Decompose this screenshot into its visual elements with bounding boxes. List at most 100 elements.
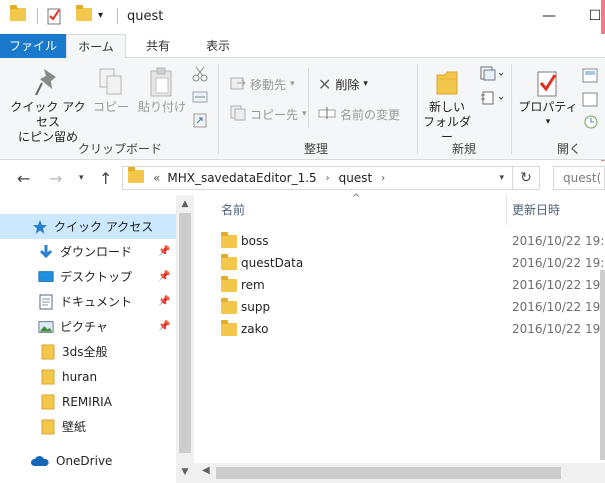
file-date: 2016/10/22 19: [512,300,605,314]
folder-icon [40,344,56,360]
tab-share[interactable]: 共有 [136,34,180,58]
minimize-button[interactable]: — [526,0,572,32]
sidebar-item-onedrive[interactable]: OneDrive [0,448,176,473]
up-icon[interactable]: ↑ [99,169,112,188]
sidebar-item-3ds[interactable]: 3ds全般 [0,339,176,364]
cut-icon[interactable] [192,66,208,85]
list-item[interactable]: boss 2016/10/22 19: [194,230,605,252]
properties-quick-icon[interactable] [47,7,63,25]
customize-quick-access-icon[interactable]: ▾ [98,10,103,21]
sidebar-item-remiria[interactable]: REMIRIA [0,389,176,414]
sidebar-item-quick-access[interactable]: クイック アクセス [0,214,176,239]
copy-path-icon[interactable] [192,90,208,107]
separator [37,8,38,24]
back-icon[interactable]: ← [17,169,30,188]
refresh-button[interactable]: ↻ [513,166,540,190]
list-item[interactable]: rem 2016/10/22 19: [194,274,605,296]
breadcrumb-item[interactable]: MHX_savedataEditor_1.5 [167,171,316,185]
new-folder-button[interactable]: 新しい フォルダー [420,66,474,145]
sidebar-item-label: ダウンロード [60,245,133,259]
pin-quick-access-button[interactable]: クイック アクセス にピン留め [6,64,90,145]
breadcrumb-item[interactable]: quest [339,171,373,185]
delete-button[interactable]: ✕ 削除 ▾ [318,74,368,94]
tab-home[interactable]: ホーム [66,34,126,59]
delete-label: 削除 [335,77,360,92]
file-name: supp [241,300,271,314]
list-item[interactable]: zako 2016/10/22 19: [194,318,605,340]
copy-to-button[interactable]: コピー先 ▾ [230,104,307,124]
move-to-button[interactable]: 移動先 ▾ [230,74,295,94]
new-folder-label-line1: 新しい [428,100,465,114]
sidebar-item-label: ドキュメント [60,295,133,309]
forward-icon[interactable]: → [49,169,62,188]
open-icon[interactable] [582,68,600,87]
move-to-icon [230,75,246,94]
file-date: 2016/10/22 19: [512,234,605,248]
sidebar-item-huran[interactable]: huran [0,364,176,389]
nav-pane-scrollbar[interactable]: ▲ ▼ [176,195,194,483]
navigation-pane: クイック アクセス ダウンロード 📌 デスクトップ 📌 ドキュメント 📌 ピクチ… [0,195,194,483]
breadcrumb-overflow[interactable]: « [153,171,160,185]
sidebar-item-desktop[interactable]: デスクトップ 📌 [0,264,176,289]
pin-label-line1: クイック アクセス [10,100,86,129]
sidebar-item-label: REMIRIA [62,394,112,409]
group-label-open: 開く [557,142,582,156]
new-folder-quick-icon[interactable] [76,5,92,21]
breadcrumb-separator-icon[interactable]: › [381,173,385,184]
file-date: 2016/10/22 19: [512,322,605,336]
column-separator[interactable] [506,195,507,225]
desktop-icon [38,269,54,285]
address-dropdown-icon[interactable]: ▾ [499,173,504,183]
sidebar-item-label: デスクトップ [60,270,133,284]
sidebar-item-wallpaper[interactable]: 壁紙 [0,414,176,439]
window-title: quest [127,9,164,24]
ribbon: クイック アクセス にピン留め コピー 貼り付け クリップボード 移動先 ▾ コピ… [0,58,605,160]
tab-view[interactable]: 表示 [194,34,242,58]
scroll-down-icon[interactable]: ▼ [176,467,194,477]
address-bar[interactable]: « MHX_savedataEditor_1.5 › quest › ▾ [122,166,513,190]
paste-icon [136,64,188,100]
pin-icon [6,64,90,100]
ribbon-separator [308,68,309,128]
group-label-new: 新規 [452,142,477,156]
folder-icon [221,298,237,317]
separator [117,8,118,24]
list-item[interactable]: questData 2016/10/22 19: [194,252,605,274]
folder-icon [128,167,144,186]
scroll-up-icon[interactable]: ▲ [176,199,194,209]
paste-shortcut-icon[interactable] [192,112,208,131]
list-item[interactable]: supp 2016/10/22 19: [194,296,605,318]
scrollbar-thumb[interactable] [179,213,191,453]
sidebar-item-pictures[interactable]: ピクチャ 📌 [0,314,176,339]
sidebar-item-label: 3ds全般 [62,345,108,359]
pin-icon: 📌 [158,271,171,282]
edit-icon[interactable] [582,92,600,111]
search-input[interactable]: quest( [553,166,605,190]
horizontal-scrollbar[interactable]: ◀ [194,463,605,483]
folder-icon [221,254,237,273]
recent-locations-icon[interactable]: ▾ [79,173,84,183]
paste-button[interactable]: 貼り付け [136,64,188,115]
scrollbar-thumb[interactable] [216,467,561,479]
breadcrumb-separator-icon[interactable]: › [326,173,330,184]
properties-button[interactable]: プロパティ ▾ [518,66,578,130]
tab-file[interactable]: ファイル [0,34,66,58]
sidebar-item-documents[interactable]: ドキュメント 📌 [0,289,176,314]
ribbon-separator [218,64,219,154]
ribbon-separator [417,64,418,154]
download-icon [38,244,54,260]
scroll-left-icon[interactable]: ◀ [202,465,210,476]
file-list: ^ 名前 更新日時 boss 2016/10/22 19: questData … [194,193,605,483]
column-header-modified[interactable]: 更新日時 [512,195,560,225]
file-list-scrollbar[interactable] [600,270,605,460]
easy-access-icon[interactable] [480,90,504,109]
column-header-name[interactable]: 名前 [221,195,245,225]
group-label-clipboard: クリップボード [78,142,163,156]
copy-button[interactable]: コピー [92,64,130,115]
rename-button[interactable]: 名前の変更 [318,104,400,124]
sidebar-item-downloads[interactable]: ダウンロード 📌 [0,239,176,264]
file-name: boss [241,234,269,248]
delete-icon: ✕ [318,74,332,94]
new-item-icon[interactable] [480,66,504,85]
history-icon[interactable] [582,114,600,133]
